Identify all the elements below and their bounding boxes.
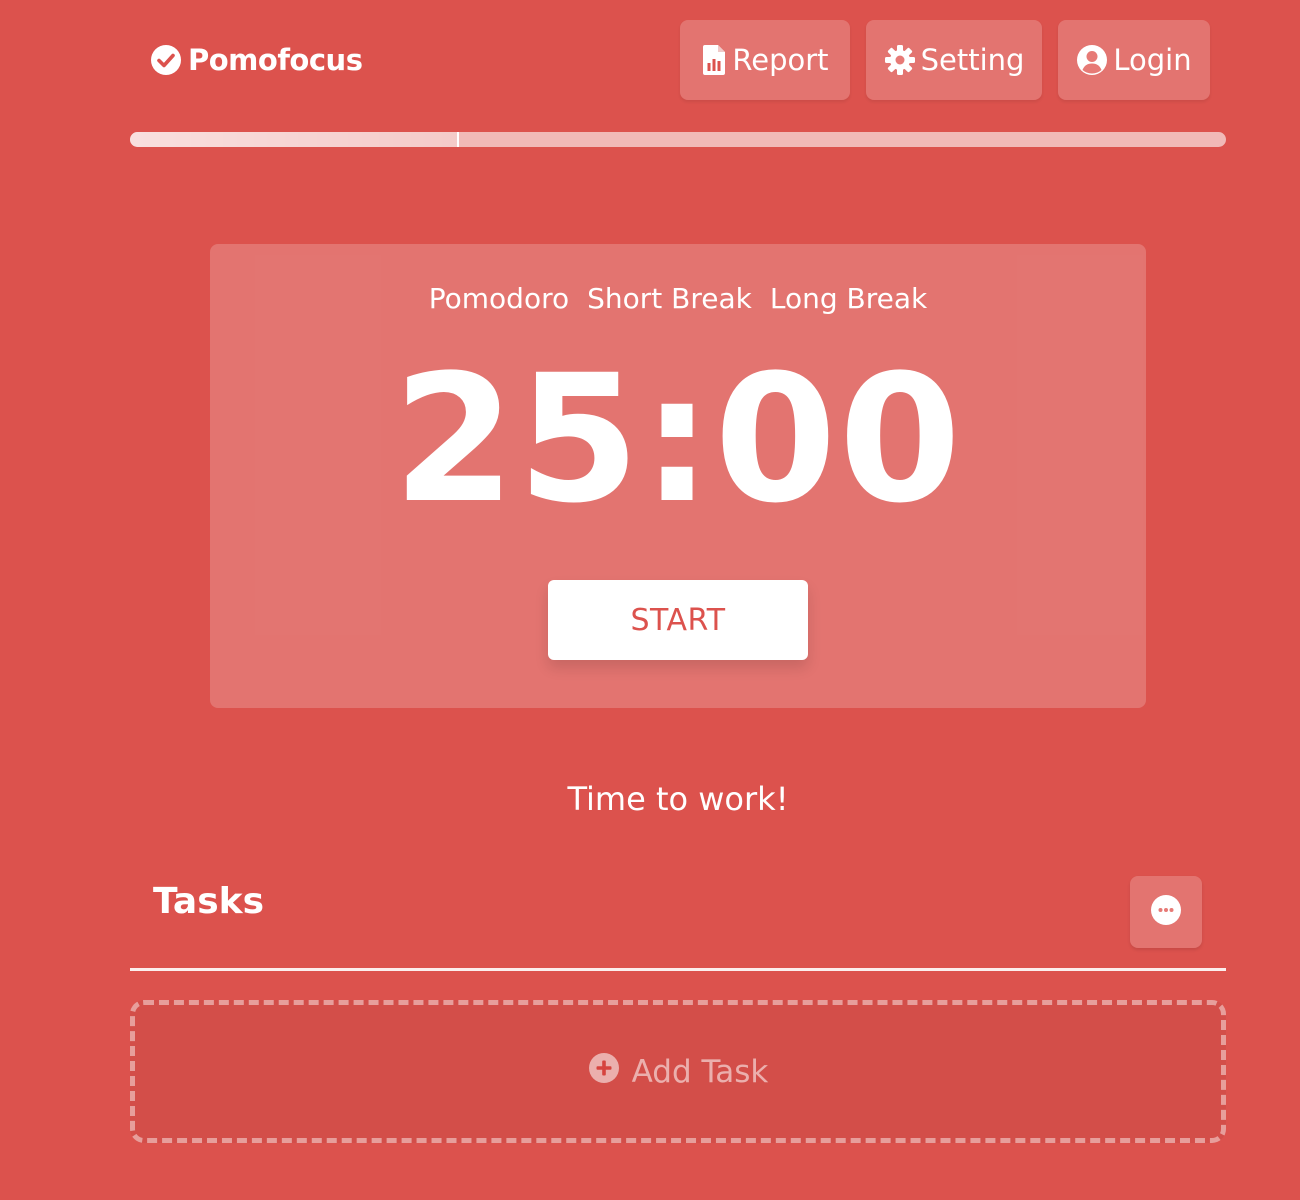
report-label: Report bbox=[732, 43, 829, 77]
plus-circle-icon bbox=[588, 1052, 620, 1092]
login-button[interactable]: Login bbox=[1058, 20, 1210, 100]
pomofocus-page: Pomofocus Report Setting Login Pomodoro … bbox=[0, 0, 1300, 1200]
start-button[interactable]: START bbox=[548, 580, 808, 660]
tasks-header: Tasks bbox=[130, 855, 1226, 971]
tasks-title: Tasks bbox=[153, 881, 265, 922]
user-circle-icon bbox=[1076, 44, 1108, 76]
status-message: Time to work! bbox=[567, 780, 789, 818]
app-logo[interactable]: Pomofocus bbox=[150, 40, 363, 80]
tab-pomodoro[interactable]: Pomodoro bbox=[421, 280, 577, 317]
report-button[interactable]: Report bbox=[680, 20, 850, 100]
tasks-menu-button[interactable] bbox=[1130, 876, 1202, 948]
report-icon bbox=[701, 44, 727, 76]
timer-card: Pomodoro Short Break Long Break 25:00 ST… bbox=[210, 244, 1146, 708]
session-progress-fill bbox=[130, 132, 459, 147]
setting-label: Setting bbox=[920, 43, 1025, 77]
more-options-icon bbox=[1150, 894, 1182, 930]
add-task-label: Add Task bbox=[631, 1053, 769, 1090]
login-label: Login bbox=[1113, 43, 1192, 77]
gear-icon bbox=[884, 44, 916, 76]
add-task-button[interactable]: Add Task bbox=[130, 1000, 1226, 1143]
tab-long-break[interactable]: Long Break bbox=[762, 280, 935, 317]
session-progress-bar bbox=[130, 132, 1226, 147]
timer-display: 25:00 bbox=[392, 337, 964, 542]
app-name: Pomofocus bbox=[188, 43, 363, 77]
setting-button[interactable]: Setting bbox=[866, 20, 1042, 100]
check-circle-icon bbox=[150, 44, 182, 76]
mode-tabs: Pomodoro Short Break Long Break bbox=[210, 280, 1146, 317]
tab-short-break[interactable]: Short Break bbox=[579, 280, 760, 317]
